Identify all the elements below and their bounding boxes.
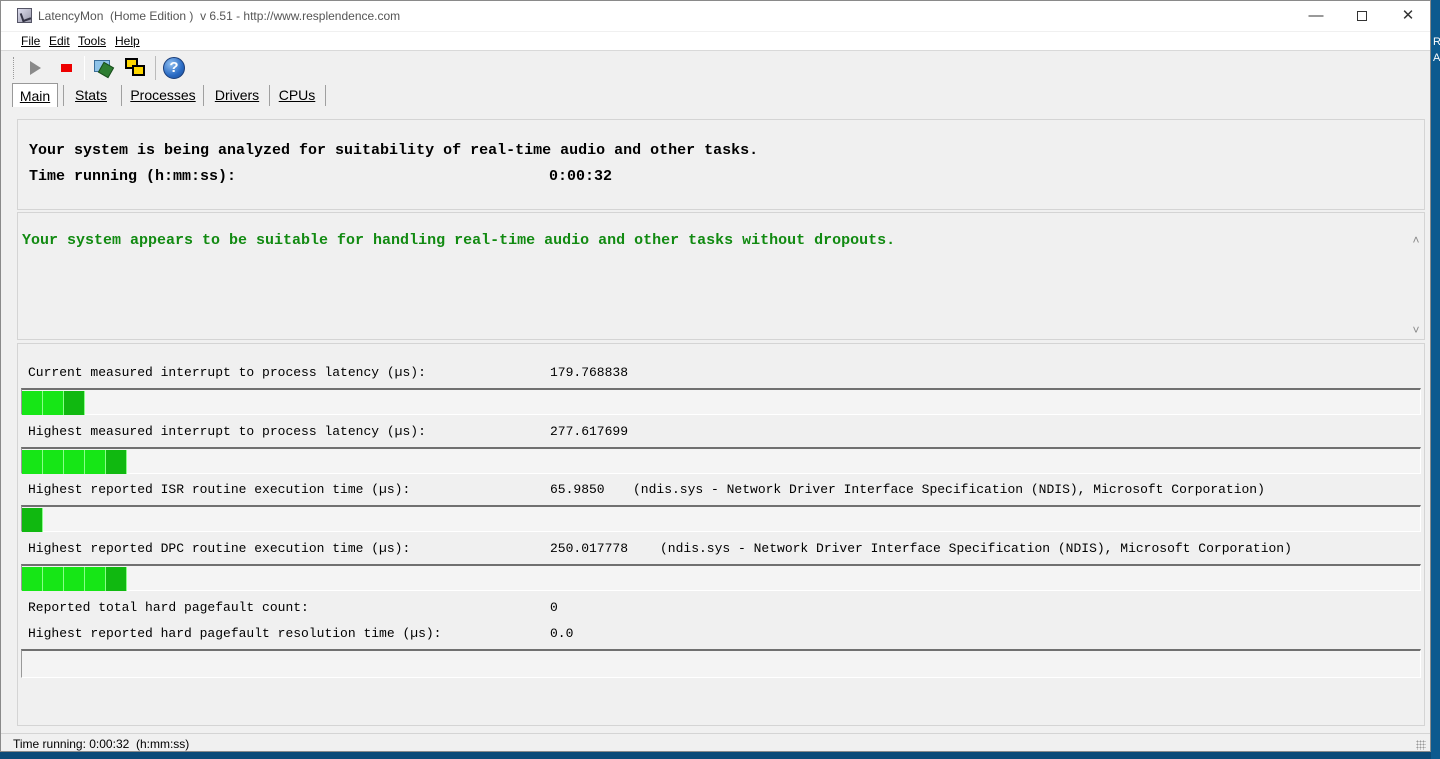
- menu-help[interactable]: Help: [115, 34, 140, 48]
- bar-segment: [43, 391, 64, 415]
- bar-segment: [64, 450, 85, 474]
- toolbar-grip[interactable]: [13, 57, 16, 79]
- tab-stats[interactable]: Stats: [69, 83, 113, 107]
- dpc-driver-detail: (ndis.sys - Network Driver Interface Spe…: [660, 541, 1292, 556]
- bar-segment: [85, 567, 106, 591]
- toolbar-separator: [84, 56, 85, 80]
- bar-segment: [22, 508, 43, 532]
- windows-icon[interactable]: [123, 56, 147, 80]
- tab-cpus[interactable]: CPUs: [275, 83, 319, 107]
- app-icon[interactable]: [17, 8, 32, 23]
- help-icon[interactable]: ?: [162, 56, 186, 80]
- pagefault-count-label: Reported total hard pagefault count:: [28, 600, 309, 615]
- current-latency-bar: [21, 388, 1421, 415]
- verdict-message: Your system appears to be suitable for h…: [22, 232, 896, 249]
- bar-segment: [22, 391, 43, 415]
- scroll-down-arrow[interactable]: ˅: [1410, 323, 1422, 337]
- pagefault-count-value: 0: [550, 600, 558, 615]
- bar-segment: [43, 450, 64, 474]
- dpc-bar: [21, 564, 1421, 591]
- pagefault-time-bar: [21, 649, 1421, 678]
- tab-divider: [121, 85, 122, 106]
- isr-value: 65.9850: [550, 482, 605, 497]
- menu-edit[interactable]: Edit: [49, 34, 70, 48]
- highest-latency-value: 277.617699: [550, 424, 629, 439]
- highest-latency-bar: [21, 447, 1421, 474]
- dpc-value: 250.017778: [550, 541, 629, 556]
- menu-file[interactable]: File: [21, 34, 40, 48]
- window-title: LatencyMon (Home Edition ) v 6.51 - http…: [38, 9, 401, 23]
- bar-segment: [22, 450, 43, 474]
- tab-divider: [269, 85, 270, 106]
- dpc-bar-fill: [22, 567, 127, 591]
- current-latency-bar-fill: [22, 391, 85, 415]
- tab-drivers[interactable]: Drivers: [209, 83, 265, 107]
- minimize-button[interactable]: —: [1293, 1, 1339, 31]
- highest-latency-label: Highest measured interrupt to process la…: [28, 424, 426, 439]
- bar-segment: [64, 567, 85, 591]
- bar-segment: [43, 567, 64, 591]
- pagefault-time-label: Highest reported hard pagefault resoluti…: [28, 626, 442, 641]
- dpc-label: Highest reported DPC routine execution t…: [28, 541, 411, 556]
- maximize-icon: [1357, 11, 1367, 22]
- desktop-edge-text-1: R: [1433, 36, 1440, 48]
- tab-divider: [63, 85, 64, 106]
- current-latency-label: Current measured interrupt to process la…: [28, 365, 426, 380]
- menu-bar: File Edit Tools Help: [1, 32, 1430, 51]
- metrics-panel: Current measured interrupt to process la…: [17, 343, 1425, 726]
- tab-divider: [325, 85, 326, 106]
- stop-icon[interactable]: [54, 56, 78, 80]
- isr-label: Highest reported ISR routine execution t…: [28, 482, 411, 497]
- highest-latency-bar-fill: [22, 450, 127, 474]
- resize-grip-icon[interactable]: [1416, 740, 1426, 750]
- isr-driver-detail: (ndis.sys - Network Driver Interface Spe…: [633, 482, 1265, 497]
- maximize-button[interactable]: [1339, 1, 1385, 31]
- drivers-icon[interactable]: [91, 56, 115, 80]
- close-button[interactable]: ✕: [1385, 1, 1431, 31]
- bar-segment: [22, 567, 43, 591]
- isr-bar: [21, 505, 1421, 532]
- bar-segment: [106, 450, 127, 474]
- desktop-edge-text-2: A: [1433, 52, 1440, 64]
- status-time-running: Time running: 0:00:32 (h:mm:ss): [13, 737, 190, 751]
- analysis-panel: Your system is being analyzed for suitab…: [17, 119, 1425, 210]
- status-bar: Time running: 0:00:32 (h:mm:ss): [1, 733, 1430, 752]
- toolbar: ?: [1, 52, 1430, 82]
- play-icon[interactable]: [23, 56, 47, 80]
- time-running-value: 0:00:32: [549, 168, 613, 185]
- title-bar[interactable]: LatencyMon (Home Edition ) v 6.51 - http…: [1, 1, 1430, 31]
- tab-processes[interactable]: Processes: [127, 83, 199, 107]
- pagefault-time-value: 0.0: [550, 626, 574, 641]
- current-latency-value: 179.768838: [550, 365, 629, 380]
- bar-segment: [85, 450, 106, 474]
- menu-tools[interactable]: Tools: [78, 34, 106, 48]
- bar-segment: [106, 567, 127, 591]
- tab-strip: Main Stats Processes Drivers CPUs: [1, 82, 1430, 108]
- verdict-panel: Your system appears to be suitable for h…: [17, 212, 1425, 340]
- time-running-label: Time running (h:mm:ss):: [29, 168, 237, 185]
- tab-main[interactable]: Main: [12, 83, 58, 107]
- isr-bar-fill: [22, 508, 43, 532]
- analysis-message: Your system is being analyzed for suitab…: [29, 142, 759, 159]
- latencymon-window: LatencyMon (Home Edition ) v 6.51 - http…: [0, 0, 1431, 752]
- bar-segment: [64, 391, 85, 415]
- desktop-background: R A: [1431, 0, 1440, 759]
- toolbar-separator: [155, 56, 156, 80]
- tab-divider: [203, 85, 204, 106]
- scroll-up-arrow[interactable]: ˄: [1410, 233, 1422, 247]
